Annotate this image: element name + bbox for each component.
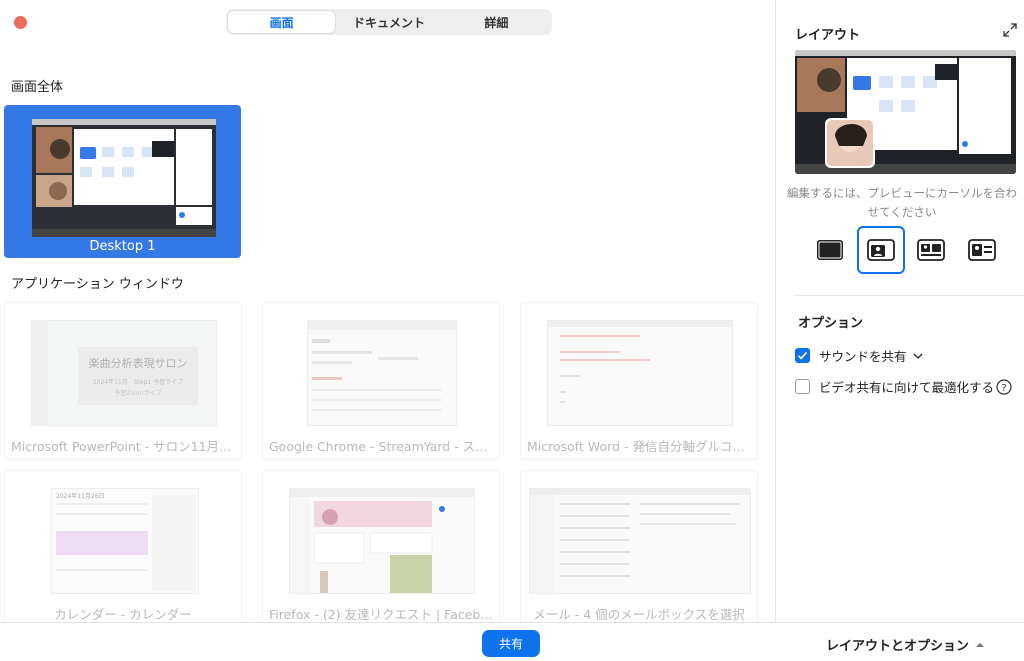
tab-documents[interactable]: ドキュメント [335,11,442,33]
app-window-label: Microsoft PowerPoint - サロン11月… [11,439,232,454]
check-icon [797,351,808,360]
video-top-right-icon [917,239,946,261]
tab-bar: 画面 ドキュメント 詳細 [226,9,552,35]
app-thumbnail [547,320,733,426]
app-thumbnail [529,488,751,594]
layout-top-right-button[interactable] [907,226,955,274]
app-window-chrome[interactable]: Google Chrome - StreamYard - ス… [262,302,500,460]
screen-only-icon [817,240,843,260]
share-sound-checkbox[interactable] [795,348,810,363]
close-window-button[interactable] [14,16,27,29]
thumb-title: 楽曲分析表現サロン [88,357,188,370]
tab-advanced[interactable]: 詳細 [443,11,550,33]
section-title-app-windows: アプリケーション ウィンドウ [11,277,184,292]
app-window-label: Microsoft Word - 発信自分軸グルコ… [527,439,745,454]
desktop-thumbnail [32,119,216,237]
thumb-subtitle: 2024年11月 Step1 予習ライブ [92,379,184,386]
divider [794,295,1024,296]
layout-hint: 編集するには、プレビューにカーソルを合わせてください [787,186,1017,219]
optimize-video-option[interactable]: ビデオ共有に向けて最適化する ? [795,377,1012,396]
layout-options-panel: レイアウト 編集するには、プレビューにカーソルを合わせてください オプション サ… [775,0,1024,622]
app-window-powerpoint[interactable]: 楽曲分析表現サロン 2024年11月 Step1 予習ライブ 予習Zoomライブ… [4,302,242,460]
app-thumbnail [289,488,475,594]
caret-up-icon [976,642,985,647]
options-title: オプション [798,316,864,331]
expand-icon[interactable] [1002,22,1018,38]
section-title-full-screen: 画面全体 [11,80,64,95]
app-thumbnail [307,320,457,426]
help-icon[interactable]: ? [996,378,1012,395]
layout-option-group [806,226,1006,274]
app-window-word[interactable]: Microsoft Word - 発信自分軸グルコ… [520,302,758,460]
layout-preview[interactable] [795,50,1016,174]
optimize-video-label: ビデオ共有に向けて最適化する [819,380,995,395]
video-side-icon [968,239,996,261]
layout-side-button[interactable] [958,226,1006,274]
chevron-down-icon[interactable] [912,351,924,361]
thumb-subtitle-2: 予習Zoomライブ [114,390,162,397]
app-thumbnail: 2024年11月26日 [51,488,199,594]
desktop-1-card[interactable]: Desktop 1 [4,105,241,258]
desktop-label: Desktop 1 [89,239,156,254]
layout-title: レイアウト [795,28,861,43]
layout-side-by-side-button[interactable] [856,226,905,274]
app-window-firefox[interactable]: Firefox - (2) 友達リクエスト | Faceb… [262,470,500,628]
app-window-calendar[interactable]: 2024年11月26日 カレンダー - カレンダー [4,470,242,628]
svg-text:?: ? [1001,383,1006,394]
app-window-label: Google Chrome - StreamYard - ス… [269,439,488,454]
tab-screen[interactable]: 画面 [228,11,336,33]
bottom-bar: 共有 レイアウトとオプション [0,622,1024,661]
app-window-label: カレンダー - カレンダー [54,607,192,622]
share-sound-label: サウンドを共有 [819,349,907,364]
layout-options-toggle-label: レイアウトとオプション [826,639,970,654]
picture-in-picture-icon [866,239,895,261]
layout-options-toggle[interactable]: レイアウトとオプション [826,635,985,654]
share-sound-option[interactable]: サウンドを共有 [795,346,924,365]
layout-screen-only-button[interactable] [806,226,854,274]
calendar-thumb-date: 2024年11月26日 [56,493,105,500]
app-window-label: Firefox - (2) 友達リクエスト | Faceb… [269,607,493,622]
app-window-label: メール - 4 個のメールボックスを選択 [533,607,745,622]
app-window-mail[interactable]: メール - 4 個のメールボックスを選択 [520,470,758,628]
optimize-video-checkbox[interactable] [795,379,810,394]
share-button[interactable]: 共有 [482,630,540,657]
app-thumbnail: 楽曲分析表現サロン 2024年11月 Step1 予習ライブ 予習Zoomライブ [31,320,217,426]
